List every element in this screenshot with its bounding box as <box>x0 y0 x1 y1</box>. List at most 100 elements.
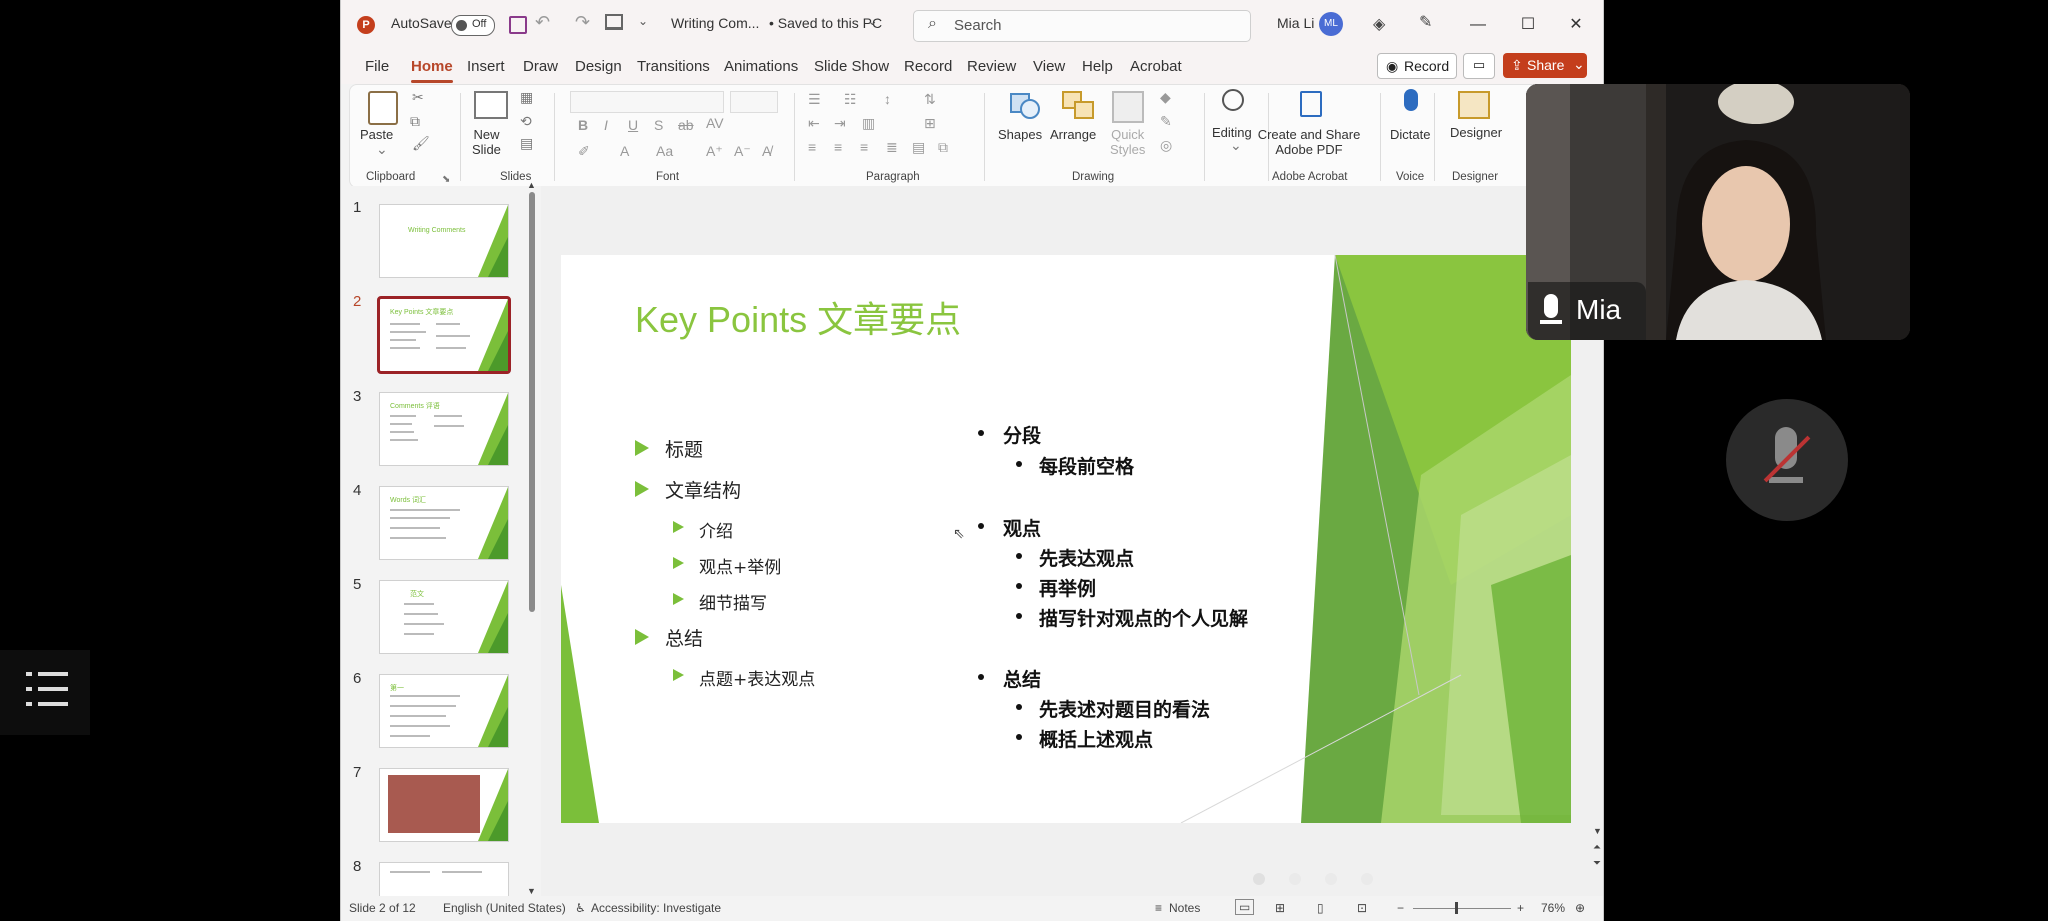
bullets-icon[interactable]: ☰ <box>808 91 821 108</box>
format-painter-icon[interactable]: 🖌 <box>412 135 430 152</box>
tab-record[interactable]: Record <box>904 58 952 75</box>
list-item[interactable]: 描写针对观点的个人见解 <box>1039 604 1248 631</box>
shape-effects-icon[interactable]: ◎ <box>1160 137 1172 154</box>
chevron-down-icon[interactable]: ⌄ <box>376 141 388 158</box>
previous-slide-icon[interactable]: ⏶ <box>1593 842 1601 853</box>
list-item[interactable]: 文章结构 <box>665 476 741 503</box>
list-item[interactable]: 概括上述观点 <box>1039 725 1153 752</box>
arrange-button[interactable]: Arrange <box>1050 127 1096 142</box>
slide-thumbnail-3[interactable]: Comments 评语 <box>379 392 509 466</box>
font-size-dropdown[interactable] <box>730 91 778 113</box>
slide-thumbnail-2[interactable]: Key Points 文章要点 <box>377 296 511 374</box>
clear-format-icon[interactable]: A̸ <box>762 143 771 159</box>
layout-icon[interactable]: ▦ <box>520 89 533 106</box>
distributed-icon[interactable]: ▤ <box>912 139 925 156</box>
comments-icon[interactable]: ▭ <box>1463 53 1495 79</box>
accessibility-status[interactable]: Accessibility: Investigate <box>591 901 721 915</box>
new-slide-button[interactable]: New Slide <box>472 127 501 157</box>
tab-insert[interactable]: Insert <box>467 58 505 75</box>
bold-icon[interactable]: B <box>578 117 588 133</box>
italic-icon[interactable]: I <box>604 117 608 133</box>
avatar[interactable]: ML <box>1319 12 1343 36</box>
slide-thumbnail-5[interactable]: 范文 <box>379 580 509 654</box>
scroll-up-icon[interactable]: ▲ <box>527 180 536 190</box>
decrease-indent-icon[interactable]: ⇤ <box>808 115 820 132</box>
arrange-icon[interactable] <box>1062 91 1094 119</box>
tab-transitions[interactable]: Transitions <box>637 58 710 75</box>
maximize-icon[interactable]: ☐ <box>1515 12 1541 38</box>
designer-button[interactable]: Designer <box>1450 125 1502 140</box>
strikethrough-icon[interactable]: ab <box>678 117 694 133</box>
present-icon[interactable] <box>605 14 623 30</box>
list-item[interactable]: 观点+举例 <box>699 553 781 578</box>
tab-home[interactable]: Home <box>411 58 453 83</box>
justify-icon[interactable]: ≣ <box>886 139 898 156</box>
customize-qat-icon[interactable]: ⌄ <box>638 14 648 28</box>
zoom-slider[interactable] <box>1413 902 1511 914</box>
columns-icon[interactable]: ▥ <box>862 115 875 132</box>
notes-icon[interactable]: ≡ <box>1155 901 1162 915</box>
list-item[interactable]: 观点 <box>1003 514 1041 541</box>
change-case-icon[interactable]: Aa <box>656 143 673 159</box>
paste-icon[interactable] <box>368 91 398 125</box>
font-name-dropdown[interactable] <box>570 91 724 113</box>
slide-thumbnail-6[interactable]: 第一 <box>379 674 509 748</box>
align-left-icon[interactable]: ≡ <box>808 139 816 155</box>
search-input[interactable]: ⌕ Search <box>913 10 1251 42</box>
pen-icon[interactable]: ✎ <box>1419 12 1432 32</box>
adobe-pdf-icon[interactable] <box>1300 91 1322 117</box>
quick-styles-icon[interactable] <box>1112 91 1144 123</box>
zoom-level[interactable]: 76% <box>1541 901 1565 915</box>
quick-styles-button[interactable]: Quick Styles <box>1110 127 1145 157</box>
list-item[interactable]: 点题+表达观点 <box>699 665 815 690</box>
list-item[interactable]: 介绍 <box>699 517 733 542</box>
zoom-out-icon[interactable]: − <box>1397 901 1404 915</box>
minimize-icon[interactable]: — <box>1465 12 1491 38</box>
cut-icon[interactable]: ✂ <box>412 89 424 106</box>
list-item[interactable]: 总结 <box>1003 665 1041 692</box>
list-item[interactable]: 标题 <box>665 435 703 462</box>
shapes-button[interactable]: Shapes <box>998 127 1042 142</box>
align-center-icon[interactable]: ≡ <box>834 139 842 155</box>
autosave-toggle[interactable]: Off <box>451 15 495 36</box>
reading-view-icon[interactable]: ▯ <box>1317 901 1324 915</box>
tab-animations[interactable]: Animations <box>724 58 798 75</box>
menu-button[interactable] <box>0 650 90 735</box>
shapes-icon[interactable] <box>1010 91 1040 119</box>
search-icon[interactable] <box>1222 89 1244 111</box>
copy-icon[interactable]: ⧉ <box>410 113 420 130</box>
designer-icon[interactable] <box>1458 91 1490 119</box>
accessibility-icon[interactable]: ♿ <box>575 901 586 915</box>
list-item[interactable]: 再举例 <box>1039 574 1096 601</box>
tab-view[interactable]: View <box>1033 58 1065 75</box>
zoom-in-icon[interactable]: + <box>1517 901 1524 915</box>
thumbnail-scrollbar[interactable] <box>528 192 536 622</box>
mute-button[interactable] <box>1726 399 1848 521</box>
shrink-font-icon[interactable]: A⁻ <box>734 143 751 160</box>
scroll-down-icon[interactable]: ▼ <box>527 886 536 896</box>
slide-thumbnail-1[interactable]: Writing Comments <box>379 204 509 278</box>
list-item[interactable]: 细节描写 <box>699 589 767 614</box>
grow-font-icon[interactable]: A⁺ <box>706 143 723 160</box>
share-button[interactable]: ⇪ Share ⌄ <box>1503 53 1587 78</box>
microphone-icon[interactable] <box>1404 89 1418 111</box>
dictate-button[interactable]: Dictate <box>1390 127 1430 142</box>
slideshow-icon[interactable]: ⊡ <box>1357 901 1367 915</box>
scroll-down-icon[interactable]: ▼ <box>1593 826 1602 836</box>
tab-slide-show[interactable]: Slide Show <box>814 58 889 75</box>
user-name[interactable]: Mia Li <box>1277 15 1314 31</box>
chevron-down-icon[interactable]: ⌄ <box>867 13 878 29</box>
shadow-icon[interactable]: S <box>654 117 663 133</box>
slide-thumbnail-8[interactable] <box>379 862 509 898</box>
undo-icon[interactable]: ↶ <box>535 12 550 33</box>
tab-help[interactable]: Help <box>1082 58 1113 75</box>
smartart-icon[interactable]: ⧉ <box>938 139 948 156</box>
document-title[interactable]: Writing Com... <box>671 15 759 31</box>
record-button[interactable]: ◉ Record <box>1377 53 1457 79</box>
tab-design[interactable]: Design <box>575 58 622 75</box>
slide-thumbnail-4[interactable]: Words 词汇 <box>379 486 509 560</box>
tab-draw[interactable]: Draw <box>523 58 558 75</box>
highlight-icon[interactable]: ✐ <box>578 143 590 160</box>
notes-button[interactable]: Notes <box>1169 901 1200 915</box>
save-icon[interactable] <box>509 16 527 34</box>
